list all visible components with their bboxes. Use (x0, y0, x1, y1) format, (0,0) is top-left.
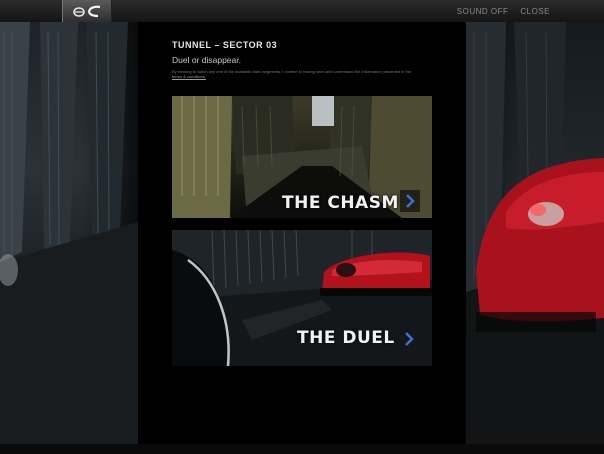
sector-panel: TUNNEL – SECTOR 03 Duel or disappear. By… (138, 22, 466, 444)
page-title: TUNNEL – SECTOR 03 (172, 40, 278, 50)
chevron-right-icon (405, 332, 414, 346)
chasm-video-card[interactable]: THE CHASM (172, 96, 432, 218)
duel-label: THE DUEL (297, 328, 395, 348)
disclaimer-text: By electing to watch any one of the avai… (172, 69, 422, 79)
top-links: SOUND OFF CLOSE (457, 0, 550, 22)
disclaimer-body: By electing to watch any one of the avai… (172, 69, 412, 74)
logo-tab[interactable] (62, 0, 112, 22)
right-backdrop-image (466, 22, 604, 444)
terms-link[interactable]: terms & conditions. (172, 74, 206, 79)
chasm-label: THE CHASM (282, 193, 399, 213)
bottom-strip (0, 444, 604, 454)
page-subtitle: Duel or disappear. (172, 55, 241, 65)
left-backdrop-image (0, 22, 138, 444)
sound-toggle-button[interactable]: SOUND OFF (457, 7, 509, 16)
ec-logo-icon (73, 5, 101, 18)
duel-video-card[interactable]: THE DUEL (172, 230, 432, 366)
chevron-right-icon (400, 190, 420, 212)
top-bar: SOUND OFF CLOSE (0, 0, 604, 23)
close-button[interactable]: CLOSE (520, 7, 550, 16)
